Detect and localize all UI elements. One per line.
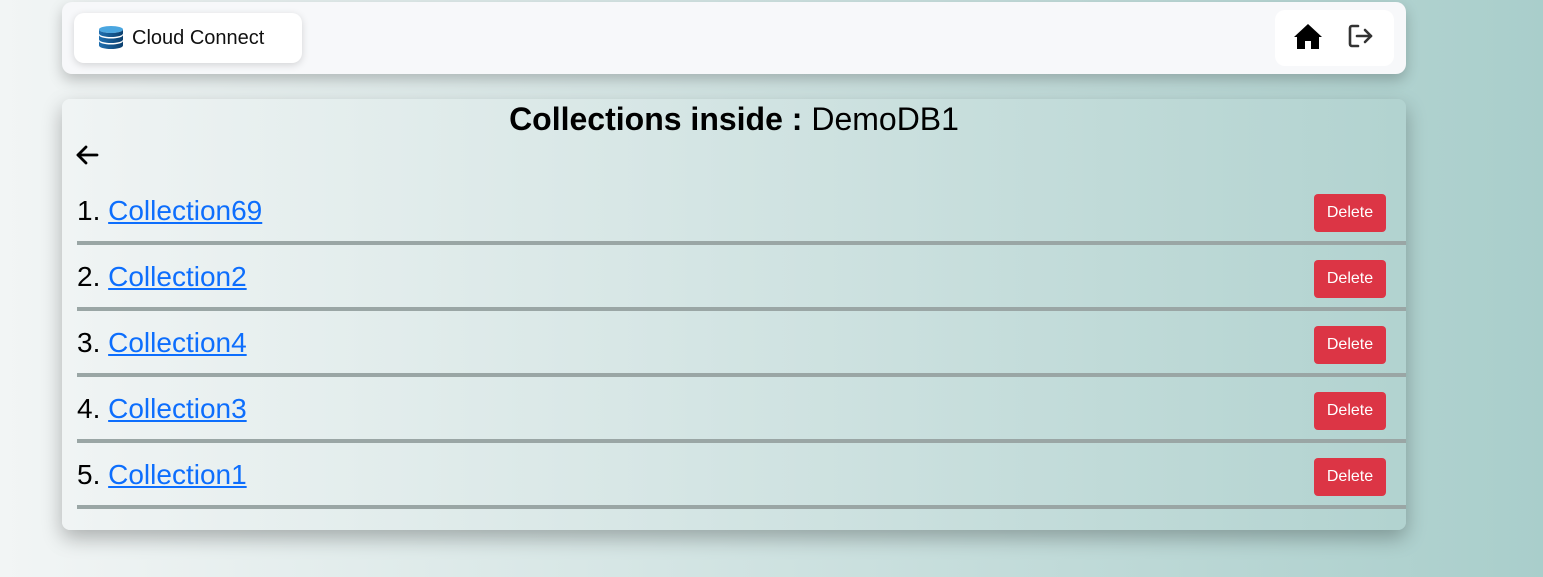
list-item: 5. Collection1 Delete <box>77 443 1406 509</box>
page-title: Collections inside : DemoDB1 <box>62 101 1406 137</box>
logout-icon <box>1347 23 1375 54</box>
collection-entry: 5. Collection1 <box>77 459 247 491</box>
list-item: 3. Collection4 Delete <box>77 311 1406 377</box>
delete-button[interactable]: Delete <box>1314 458 1386 496</box>
item-number: 3. <box>77 327 101 358</box>
list-item: 2. Collection2 Delete <box>77 245 1406 311</box>
home-button[interactable] <box>1288 18 1328 58</box>
delete-button[interactable]: Delete <box>1314 194 1386 232</box>
item-number: 1. <box>77 195 101 226</box>
arrow-left-icon <box>75 144 99 171</box>
item-number: 4. <box>77 393 101 424</box>
delete-button[interactable]: Delete <box>1314 260 1386 298</box>
collection-link[interactable]: Collection4 <box>108 327 247 358</box>
back-button[interactable] <box>75 144 103 170</box>
collection-link[interactable]: Collection3 <box>108 393 247 424</box>
logout-button[interactable] <box>1341 18 1381 58</box>
delete-button[interactable]: Delete <box>1314 392 1386 430</box>
item-number: 2. <box>77 261 101 292</box>
collection-list: 1. Collection69 Delete 2. Collection2 De… <box>77 179 1406 509</box>
collection-entry: 1. Collection69 <box>77 195 262 227</box>
collection-entry: 3. Collection4 <box>77 327 247 359</box>
item-number: 5. <box>77 459 101 490</box>
collection-entry: 4. Collection3 <box>77 393 247 425</box>
database-icon <box>98 25 124 51</box>
database-name: DemoDB1 <box>811 101 959 137</box>
page-title-label: Collections inside : <box>509 101 803 137</box>
delete-button[interactable]: Delete <box>1314 326 1386 364</box>
collection-link[interactable]: Collection2 <box>108 261 247 292</box>
home-icon <box>1293 22 1323 55</box>
list-item: 1. Collection69 Delete <box>77 179 1406 245</box>
list-item: 4. Collection3 Delete <box>77 377 1406 443</box>
brand-name: Cloud Connect <box>132 26 265 49</box>
brand-logo[interactable]: Cloud Connect <box>74 13 302 63</box>
collection-entry: 2. Collection2 <box>77 261 247 293</box>
nav-actions <box>1275 10 1394 66</box>
collection-link[interactable]: Collection1 <box>108 459 247 490</box>
collections-panel: Collections inside : DemoDB1 1. Collecti… <box>62 99 1406 530</box>
collection-link[interactable]: Collection69 <box>108 195 262 226</box>
top-navbar: Cloud Connect <box>62 2 1406 74</box>
